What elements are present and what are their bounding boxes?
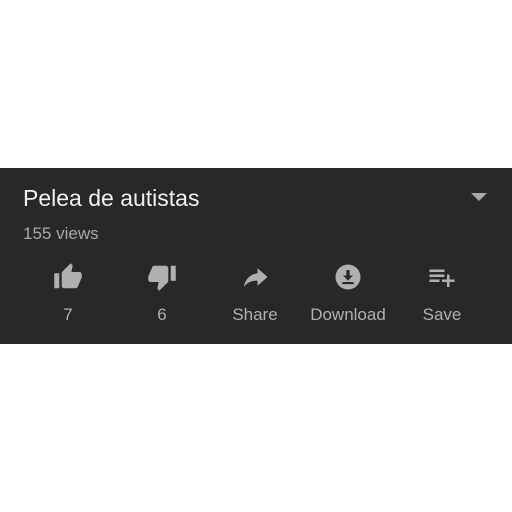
action-bar: 7 6 Share Download Save (0, 260, 512, 330)
expand-description-button[interactable] (462, 184, 496, 210)
share-button[interactable]: Share (207, 260, 303, 330)
video-info-panel: Pelea de autistas 155 views 7 6 Share Do… (0, 168, 512, 344)
thumbs-down-icon (148, 265, 176, 291)
chevron-down-icon (471, 193, 487, 201)
save-button[interactable]: Save (394, 260, 490, 330)
like-button[interactable]: 7 (20, 260, 116, 330)
like-count: 7 (63, 305, 73, 324)
video-title[interactable]: Pelea de autistas (23, 184, 199, 212)
download-label: Download (310, 305, 386, 324)
dislike-count: 6 (157, 305, 167, 324)
thumbs-up-icon (54, 263, 82, 289)
view-count: 155 views (23, 224, 99, 243)
save-label: Save (422, 305, 462, 324)
download-icon (335, 264, 361, 290)
share-icon (243, 268, 268, 287)
playlist-add-icon (429, 269, 455, 287)
download-button[interactable]: Download (300, 260, 396, 330)
dislike-button[interactable]: 6 (114, 260, 210, 330)
share-label: Share (232, 305, 278, 324)
